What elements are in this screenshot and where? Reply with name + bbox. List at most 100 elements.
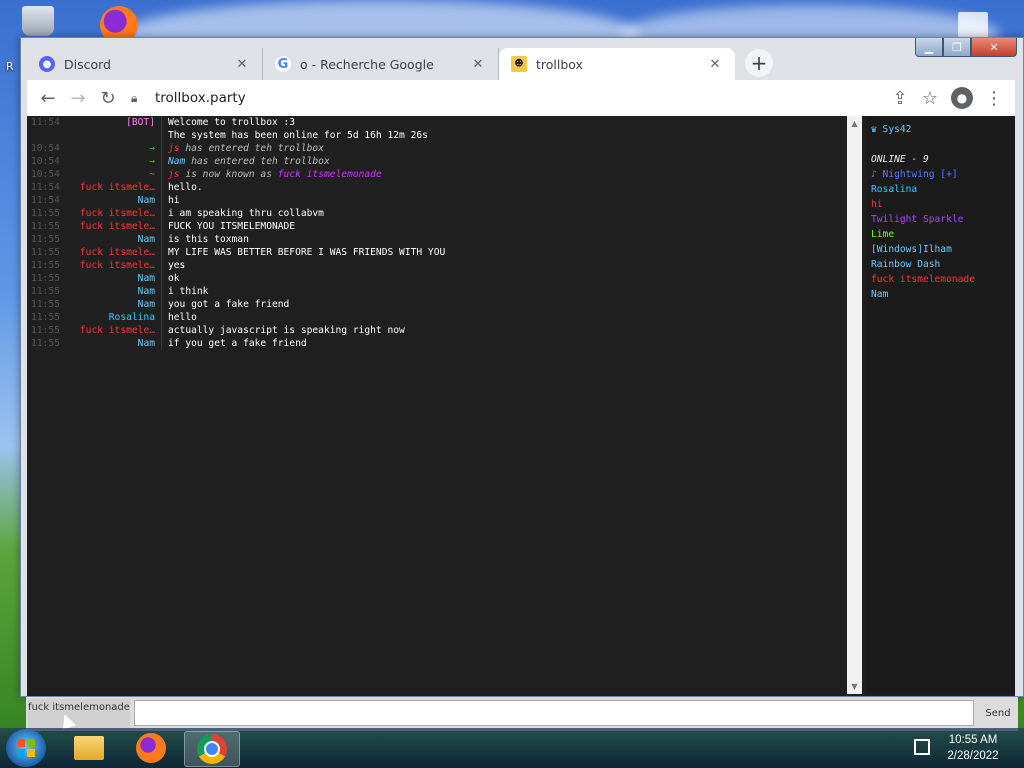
message-nick[interactable]: fuck itsmele…	[73, 246, 162, 259]
user-list-item[interactable]: fuck itsmelemonade	[867, 272, 1015, 287]
message-nick[interactable]: Nam	[73, 194, 162, 207]
message-nick[interactable]: Rosalina	[73, 311, 162, 324]
message-nick[interactable]: →	[73, 142, 162, 155]
user-list-item[interactable]: Rainbow Dash	[867, 257, 1015, 272]
message-nick[interactable]: Nam	[73, 285, 162, 298]
chat-input-bar: fuck itsmelemonade Send	[26, 697, 1018, 731]
message-nick[interactable]	[73, 129, 162, 142]
online-count-header: ONLINE - 9	[871, 154, 929, 165]
message-nick[interactable]: fuck itsmele…	[73, 259, 162, 272]
message-nick[interactable]: Nam	[73, 272, 162, 285]
user-list-item[interactable]: ♪ Nightwing [+]	[867, 167, 1015, 182]
address-bar[interactable]: 🔒︎ trollbox.party	[131, 84, 877, 112]
user-list-item[interactable]: Twilight Sparkle	[867, 212, 1015, 227]
tab-discord[interactable]: ● Discord ✕	[27, 48, 263, 80]
clock-time: 10:55 AM	[948, 734, 998, 746]
tab-close-icon[interactable]: ✕	[234, 57, 250, 72]
network-icon[interactable]	[914, 739, 930, 755]
message-nick[interactable]: fuck itsmele…	[73, 324, 162, 337]
chat-message: 11:54 Nam hi	[27, 194, 847, 207]
reload-icon: ↻	[100, 87, 116, 109]
bookmark-button[interactable]: ☆	[915, 83, 945, 113]
user-list-item[interactable]: ♛ Sys42	[867, 122, 1015, 137]
taskbar-chrome[interactable]	[184, 731, 240, 767]
scroll-up-icon[interactable]: ▲	[847, 116, 862, 131]
message-text: hello	[168, 312, 197, 323]
chat-message: 11:55 Nam you got a fake friend	[27, 298, 847, 311]
message-timestamp	[27, 129, 73, 142]
message-text: i am speaking thru collabvm	[168, 208, 324, 219]
share-button[interactable]: ⇪	[885, 83, 915, 113]
message-text: actually javascript is speaking right no…	[168, 325, 405, 336]
message-timestamp: 11:55	[31, 299, 60, 310]
minimize-button[interactable]: ▁	[915, 38, 943, 57]
chat-message: 11:55 fuck itsmele… actually javascript is…	[27, 324, 847, 337]
kebab-menu-icon: ⋮	[985, 87, 1003, 109]
message-nick[interactable]: ~	[73, 168, 162, 181]
message-timestamp: 10:54	[31, 169, 60, 180]
forward-button[interactable]: →	[63, 83, 93, 113]
message-text: you got a fake friend	[168, 299, 290, 310]
message-segment: fuck itsmelemonade	[277, 169, 382, 180]
nickname-button[interactable]: fuck itsmelemonade	[28, 699, 130, 729]
user-list-item[interactable]: hi	[867, 197, 1015, 212]
message-text: MY LIFE WAS BETTER BEFORE I WAS FRIENDS …	[168, 247, 446, 258]
arrow-left-icon: ←	[40, 87, 56, 109]
message-segment: has entered teh trollbox	[185, 156, 330, 167]
system-clock[interactable]: 10:55 AM 2/28/2022	[930, 732, 1016, 764]
start-button[interactable]	[6, 729, 46, 767]
discord-icon: ●	[39, 56, 55, 72]
reload-button[interactable]: ↻	[93, 83, 123, 113]
taskbar-explorer[interactable]	[62, 731, 116, 765]
close-window-button[interactable]: ✕	[971, 38, 1017, 57]
user-list-item[interactable]: Nam	[867, 287, 1015, 302]
tab-close-icon[interactable]: ✕	[470, 57, 486, 72]
message-nick[interactable]: →	[73, 155, 162, 168]
message-nick[interactable]: fuck itsmele…	[73, 181, 162, 194]
message-timestamp: 11:55	[31, 221, 60, 232]
message-nick[interactable]: fuck itsmele…	[73, 207, 162, 220]
trollbox-icon: ☻	[511, 56, 527, 72]
share-icon: ⇪	[892, 87, 908, 109]
back-button[interactable]: ←	[33, 83, 63, 113]
message-text: js has entered teh trollbox	[162, 142, 324, 155]
user-list-item[interactable]: Rosalina	[867, 182, 1015, 197]
tab-close-icon[interactable]: ✕	[707, 57, 723, 72]
message-text: hi	[168, 195, 180, 206]
message-segment: has entered teh trollbox	[179, 143, 324, 154]
user-list-item[interactable]: [Windows]Ilham	[867, 242, 1015, 257]
chat-message: 11:55 Rosalina hello	[27, 311, 847, 324]
restore-button[interactable]: ❐	[943, 38, 971, 57]
tab-google[interactable]: G o - Recherche Google ✕	[263, 48, 499, 80]
chat-message: 11:55 fuck itsmele… i am speaking thru col…	[27, 207, 847, 220]
folder-icon	[74, 736, 104, 760]
message-nick[interactable]: Nam	[73, 337, 162, 350]
new-tab-button[interactable]: +	[745, 49, 773, 77]
recycle-bin-icon[interactable]	[22, 6, 54, 36]
chat-scrollbar[interactable]: ▲ ▼	[847, 116, 862, 694]
scroll-down-icon[interactable]: ▼	[847, 679, 862, 694]
google-icon: G	[275, 56, 291, 72]
profile-avatar[interactable]: ●	[951, 87, 973, 109]
message-input[interactable]	[134, 700, 974, 726]
user-list: ♛ Sys42 ONLINE - 9 ♪ Nightwing [+] Rosali…	[867, 116, 1015, 694]
message-nick[interactable]: [BOT]	[73, 116, 162, 129]
message-text: is this toxman	[168, 234, 249, 245]
message-timestamp: 10:54	[31, 156, 60, 167]
message-nick[interactable]: Nam	[73, 233, 162, 246]
desktop-icon-label: R	[6, 60, 14, 73]
message-text: if you get a fake friend	[168, 338, 307, 349]
page-content: 11:54 [BOT] Welcome to trollbox :3 The syst…	[27, 116, 1015, 696]
menu-button[interactable]: ⋮	[979, 83, 1009, 113]
message-nick[interactable]: fuck itsmele…	[73, 220, 162, 233]
chat-log[interactable]: 11:54 [BOT] Welcome to trollbox :3 The syst…	[27, 116, 847, 694]
chat-message: 11:55 Nam is this toxman	[27, 233, 847, 246]
message-nick[interactable]: Nam	[73, 298, 162, 311]
message-text: js is now known as fuck itsmelemonade	[162, 168, 382, 181]
message-text: The system has been online for 5d 16h 12…	[168, 130, 428, 141]
chat-message: 11:55 Nam i think	[27, 285, 847, 298]
tab-trollbox[interactable]: ☻ trollbox ✕	[499, 48, 735, 80]
user-list-item[interactable]: Lime	[867, 227, 1015, 242]
taskbar-firefox[interactable]	[124, 731, 178, 765]
send-button[interactable]: Send	[980, 703, 1016, 725]
